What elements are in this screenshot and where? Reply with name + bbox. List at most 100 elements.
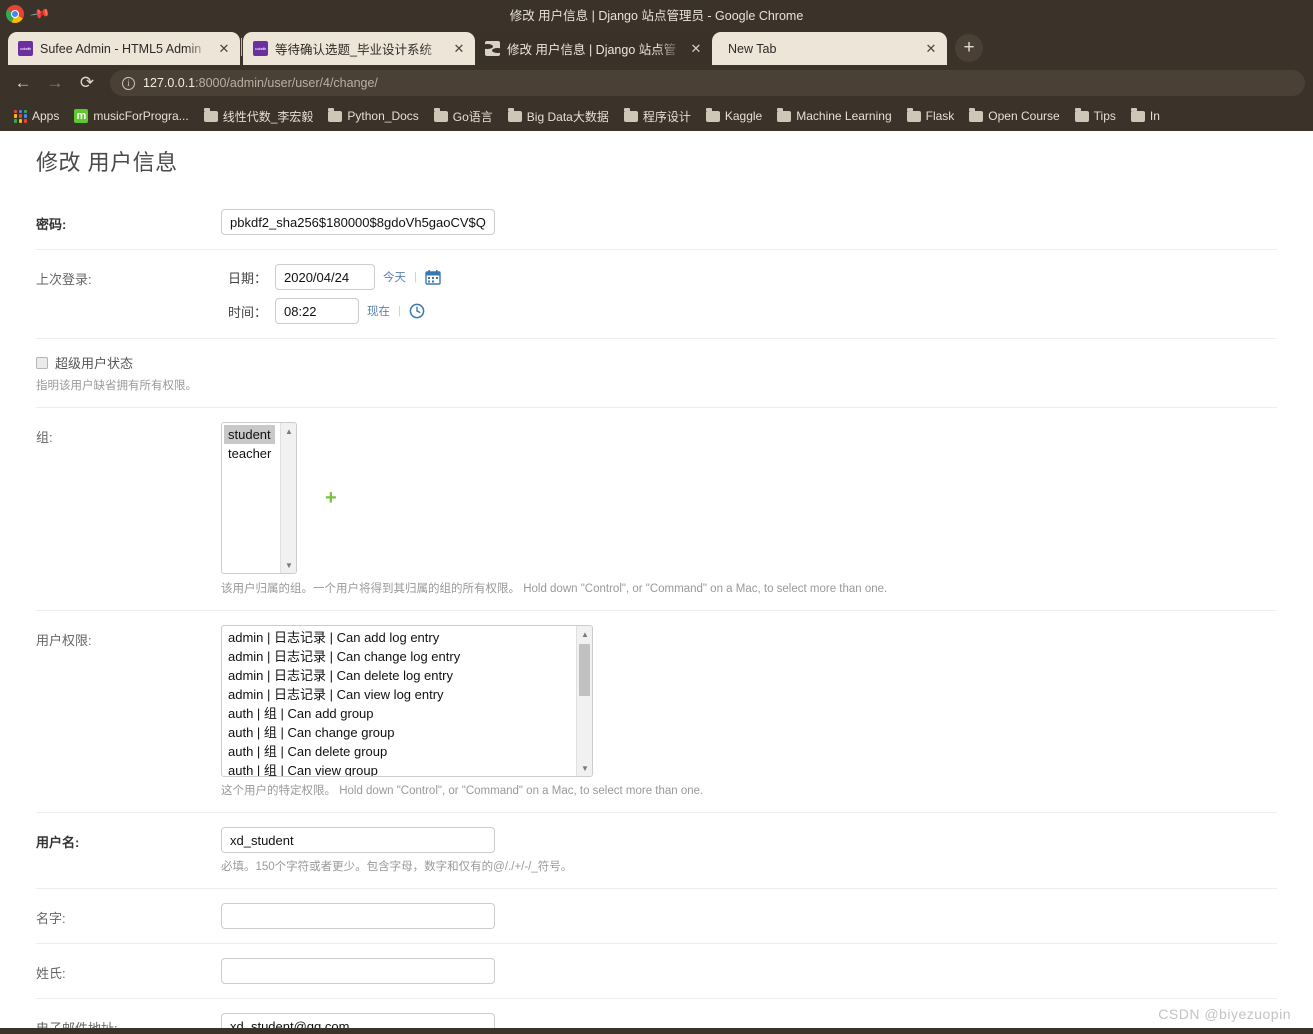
groups-label: 组: (36, 430, 53, 445)
globe-favicon-icon (485, 41, 500, 56)
bookmark-kaggle[interactable]: Kaggle (700, 106, 768, 126)
folder-icon (906, 107, 921, 122)
bookmark-golang[interactable]: Go语言 (428, 105, 499, 128)
bookmark-big-data[interactable]: Big Data大数据 (502, 105, 615, 128)
bookmark-label: 程序设计 (642, 109, 691, 124)
address-bar[interactable]: i 127.0.0.1:8000/admin/user/user/4/chang… (110, 70, 1305, 96)
reload-button[interactable]: ⟳ (72, 68, 102, 98)
bookmark-tips[interactable]: Tips (1069, 106, 1122, 126)
bookmark-label: 线性代数_李宏毅 (222, 109, 314, 124)
form-row-username: 用户名: 必填。150个字符或者更少。包含字母，数字和仅有的@/./+/-/_符… (36, 813, 1277, 889)
divider: | (398, 305, 401, 317)
tab-title: 等待确认选题_毕业设计系统 (275, 43, 432, 57)
tab-close-icon[interactable]: ✕ (217, 42, 231, 55)
bookmark-python-docs[interactable]: Python_Docs (322, 106, 424, 126)
new-tab-button[interactable]: + (955, 34, 983, 62)
django-admin-change-form: 修改 用户信息 密码: 上次登录: 日期： 今天 | (0, 131, 1313, 1034)
first-name-field[interactable] (221, 903, 495, 929)
browser-toolbar: ← → ⟳ i 127.0.0.1:8000/admin/user/user/4… (0, 65, 1313, 101)
browser-titlebar: 📌 修改 用户信息 | Django 站点管理员 - Google Chrome (0, 0, 1313, 28)
bookmark-program-design[interactable]: 程序设计 (618, 105, 697, 128)
last-login-label: 上次登录: (36, 272, 92, 287)
folder-icon (203, 107, 218, 122)
password-field[interactable] (221, 209, 495, 235)
user-permissions-multiselect[interactable]: admin | 日志记录 | Can add log entry admin |… (221, 625, 593, 777)
bookmark-flask[interactable]: Flask (901, 106, 961, 126)
last-login-date-field[interactable] (275, 264, 375, 290)
permission-option[interactable]: auth | 组 | Can view group (224, 761, 592, 776)
folder-icon (777, 107, 792, 122)
bookmark-linear-algebra[interactable]: 线性代数_李宏毅 (198, 105, 320, 128)
permission-option[interactable]: auth | 组 | Can delete group (224, 742, 592, 761)
last-name-label: 姓氏: (36, 966, 66, 981)
username-field[interactable] (221, 827, 495, 853)
groups-multiselect[interactable]: student teacher ▲ ▼ (221, 422, 297, 574)
permission-option[interactable]: auth | 组 | Can add group (224, 704, 592, 723)
bookmark-label: Apps (32, 109, 60, 123)
bookmark-machine-learning[interactable]: Machine Learning (771, 106, 897, 126)
date-row: 日期： 今天 | (221, 264, 1277, 290)
pin-icon[interactable]: 📌 (29, 3, 51, 25)
browser-tab-new-tab[interactable]: New Tab ✕ (712, 32, 947, 65)
user-permissions-help: 这个用户的特定权限。 Hold down "Control", or "Comm… (221, 785, 704, 797)
scroll-up-icon[interactable]: ▲ (281, 423, 296, 439)
superuser-checkbox[interactable] (36, 356, 48, 369)
url-path: :8000/admin/user/user/4/change/ (195, 76, 378, 90)
browser-tab-django-admin[interactable]: 修改 用户信息 | Django 站点管 ✕ (475, 32, 712, 65)
permissions-scrollbar[interactable]: ▲ ▼ (576, 626, 592, 776)
form-row-last-name: 姓氏: (36, 944, 1277, 999)
bookmark-apps[interactable]: Apps (8, 106, 65, 126)
folder-icon (1074, 107, 1089, 122)
bookmark-musicforprogramming[interactable]: musicForProgra... (68, 106, 194, 126)
calendar-icon[interactable] (425, 269, 441, 285)
bookmark-open-course[interactable]: Open Course (963, 106, 1065, 126)
tab-close-icon[interactable]: ✕ (452, 42, 466, 55)
superuser-checkbox-row[interactable]: 超级用户状态 (36, 353, 1277, 372)
username-help: 必填。150个字符或者更少。包含字母，数字和仅有的@/./+/-/_符号。 (221, 861, 573, 873)
time-row: 时间： 现在 | (221, 298, 1277, 324)
back-button[interactable]: ← (8, 68, 38, 98)
today-link[interactable]: 今天 (383, 269, 406, 285)
tab-close-icon[interactable]: ✕ (924, 42, 938, 55)
groups-scrollbar[interactable]: ▲ ▼ (280, 423, 296, 573)
last-login-time-field[interactable] (275, 298, 359, 324)
page-title: 修改 用户信息 (36, 150, 178, 175)
form-row-first-name: 名字: (36, 889, 1277, 944)
add-group-button[interactable]: + (325, 488, 337, 508)
folder-icon (969, 107, 984, 122)
watermark: CSDN @biyezuopin (1158, 1006, 1291, 1022)
permission-option[interactable]: admin | 日志记录 | Can delete log entry (224, 666, 592, 685)
scroll-down-icon[interactable]: ▼ (281, 557, 296, 573)
bookmark-in[interactable]: In (1125, 106, 1166, 126)
superuser-help: 指明该用户缺省拥有所有权限。 (36, 380, 197, 392)
clock-icon[interactable] (409, 303, 425, 319)
browser-tab-sufee-admin[interactable]: Sufee Admin - HTML5 Admin ✕ (8, 32, 240, 65)
folder-icon (623, 107, 638, 122)
chrome-logo-icon (6, 5, 24, 23)
form-row-superuser: 超级用户状态 指明该用户缺省拥有所有权限。 (36, 339, 1277, 408)
last-name-field[interactable] (221, 958, 495, 984)
scroll-up-icon[interactable]: ▲ (577, 626, 592, 642)
form-row-user-permissions: 用户权限: admin | 日志记录 | Can add log entry a… (36, 611, 1277, 813)
bookmark-label: Open Course (988, 109, 1060, 123)
permission-option[interactable]: admin | 日志记录 | Can change log entry (224, 647, 592, 666)
site-info-icon[interactable]: i (122, 76, 135, 90)
form-row-groups: 组: student teacher ▲ ▼ + 该用户归属的组。一个用户将得到… (36, 408, 1277, 611)
folder-icon (507, 107, 522, 122)
tab-title: New Tab (728, 41, 777, 56)
permission-option[interactable]: admin | 日志记录 | Can add log entry (224, 628, 592, 647)
window-bottom-edge (0, 1028, 1313, 1034)
permission-option[interactable]: auth | 组 | Can change group (224, 723, 592, 742)
scrollbar-thumb[interactable] (579, 644, 590, 696)
tab-separator (241, 37, 242, 56)
now-link[interactable]: 现在 (367, 303, 390, 319)
folder-icon (328, 107, 343, 122)
form-row-last-login: 上次登录: 日期： 今天 | (36, 250, 1277, 339)
scroll-down-icon[interactable]: ▼ (577, 760, 592, 776)
tab-close-icon[interactable]: ✕ (689, 42, 703, 55)
colorlib-favicon-icon (18, 41, 33, 56)
url-host: 127.0.0.1 (143, 76, 196, 90)
browser-tab-graduation-system[interactable]: 等待确认选题_毕业设计系统 ✕ (243, 32, 475, 65)
forward-button[interactable]: → (40, 68, 70, 98)
permission-option[interactable]: admin | 日志记录 | Can view log entry (224, 685, 592, 704)
